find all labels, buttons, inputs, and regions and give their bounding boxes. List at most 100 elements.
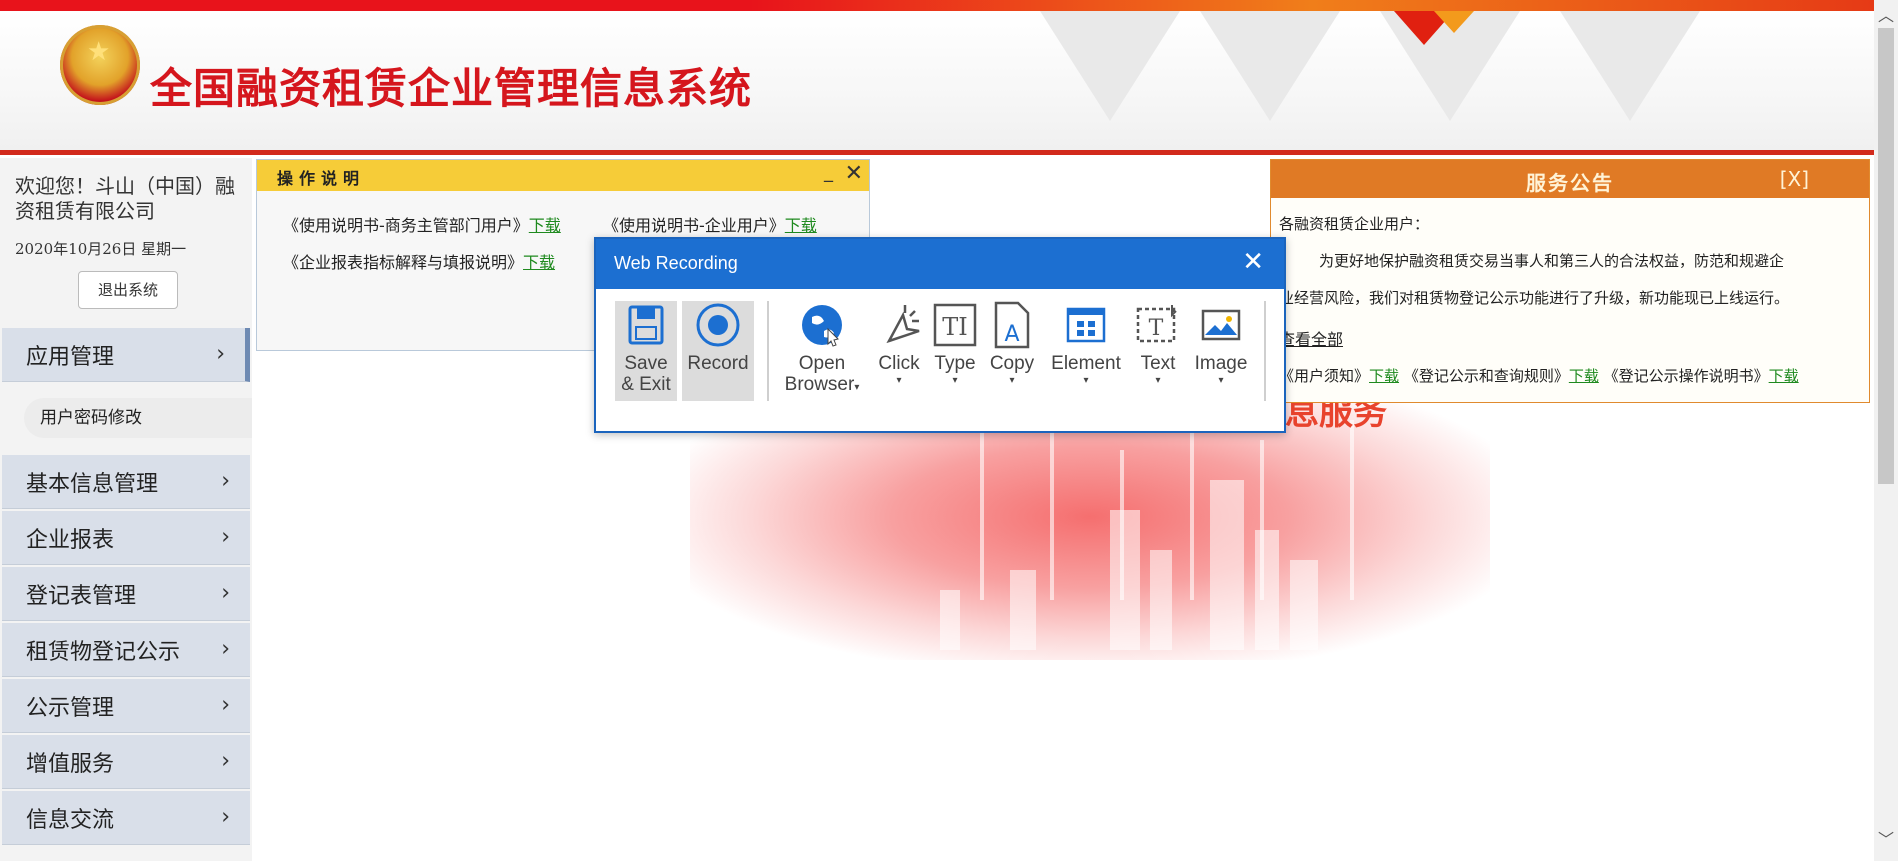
decor-arrow bbox=[1350, 420, 1354, 600]
download-link[interactable]: 下载 bbox=[523, 253, 555, 272]
manual-report-guide: 《企业报表指标解释与填报说明》下载 bbox=[283, 249, 555, 273]
minimize-icon[interactable]: _ bbox=[824, 162, 833, 183]
svg-text:TI: TI bbox=[942, 313, 968, 341]
record-label: Record bbox=[687, 353, 749, 374]
download-link[interactable]: 下载 bbox=[529, 216, 561, 235]
save-exit-button[interactable]: Save & Exit bbox=[615, 301, 677, 401]
sidebar-item-publicity-management[interactable]: 公示管理 › bbox=[2, 679, 250, 733]
cursor-click-icon bbox=[886, 305, 920, 344]
sidebar-item-lease-publicity[interactable]: 租赁物登记公示 › bbox=[2, 623, 250, 677]
chevron-up-icon[interactable]: ︿ bbox=[1878, 2, 1894, 26]
click-button[interactable]: Click ▾ bbox=[872, 301, 926, 401]
current-date: 2020年10月26日 星期一 bbox=[15, 240, 187, 258]
header-divider bbox=[0, 150, 1874, 155]
sidebar-item-label: 增值服务 bbox=[26, 751, 115, 777]
chevron-down-icon: ▾ bbox=[1155, 375, 1161, 386]
image-button[interactable]: Image ▾ bbox=[1188, 301, 1254, 401]
close-icon[interactable]: ✕ bbox=[845, 161, 863, 186]
save-icon bbox=[628, 305, 664, 345]
text-button[interactable]: T Text ▾ bbox=[1132, 301, 1184, 401]
web-recording-titlebar[interactable]: Web Recording ✕ bbox=[596, 239, 1284, 289]
decor-triangle bbox=[1560, 11, 1700, 121]
national-emblem-icon: ★ bbox=[60, 25, 140, 105]
decor-building bbox=[940, 590, 960, 650]
type-button[interactable]: TI Type ▾ bbox=[928, 301, 982, 401]
chevron-down-icon[interactable]: ﹀ bbox=[1878, 826, 1894, 850]
decor-arrow bbox=[1050, 410, 1054, 600]
sidebar-item-label: 应用管理 bbox=[26, 344, 115, 370]
element-label: Element bbox=[1051, 353, 1121, 374]
chevron-down-icon: ▾ bbox=[1009, 375, 1015, 386]
click-label: Click bbox=[878, 353, 920, 374]
svg-text:A: A bbox=[1004, 322, 1019, 347]
text-input-icon: TI bbox=[933, 303, 977, 347]
city-background-image bbox=[690, 400, 1490, 660]
download-link[interactable]: 下载 bbox=[785, 216, 817, 235]
sidebar-item-registration[interactable]: 登记表管理 › bbox=[2, 567, 250, 621]
web-recording-title: Web Recording bbox=[614, 253, 738, 273]
browser-label: Browser bbox=[784, 374, 855, 395]
exit-label: & Exit bbox=[621, 374, 671, 395]
sidebar-item-communication[interactable]: 信息交流 › bbox=[2, 791, 250, 845]
decor-diamond-orange bbox=[1434, 11, 1474, 33]
download-link[interactable]: 下载 bbox=[1569, 367, 1599, 385]
vertical-scrollbar[interactable]: ︿ ﹀ bbox=[1874, 0, 1898, 861]
logout-button[interactable]: 退出系统 bbox=[78, 271, 178, 309]
chevron-down-icon: ▾ bbox=[952, 375, 958, 386]
sidebar-item-label: 企业报表 bbox=[26, 527, 115, 553]
image-icon bbox=[1201, 309, 1241, 341]
scrollbar-thumb[interactable] bbox=[1878, 28, 1894, 484]
type-label: Type bbox=[934, 353, 976, 374]
announcement-panel: 服务公告 [X] 各融资租赁企业用户： 为更好地保护融资租赁交易当事人和第三人的… bbox=[1270, 159, 1870, 403]
download-link[interactable]: 下载 bbox=[1769, 367, 1799, 385]
record-button[interactable]: Record bbox=[682, 301, 754, 401]
sidebar-item-app-management[interactable]: 应用管理 › bbox=[2, 328, 250, 382]
doc-title: 《登记公示操作说明书》 bbox=[1603, 367, 1769, 385]
manual-enterprise-users: 《使用说明书-企业用户》下载 bbox=[603, 212, 817, 236]
copy-label: Copy bbox=[989, 353, 1035, 374]
chevron-down-icon: ▾ bbox=[1218, 375, 1224, 386]
image-label: Image bbox=[1194, 353, 1248, 374]
copy-button[interactable]: A Copy ▾ bbox=[986, 301, 1038, 401]
download-link[interactable]: 下载 bbox=[1369, 367, 1399, 385]
sidebar-subitem-password[interactable]: 用户密码修改 bbox=[24, 398, 252, 438]
chevron-down-icon: ▾ bbox=[896, 375, 902, 386]
sidebar-item-label: 登记表管理 bbox=[26, 583, 137, 609]
chevron-right-icon: › bbox=[221, 579, 230, 605]
text-label: Text bbox=[1140, 353, 1176, 374]
chevron-right-icon: › bbox=[216, 340, 225, 366]
decor-building bbox=[1010, 570, 1036, 650]
chevron-down-icon: ▾ bbox=[854, 382, 860, 393]
view-all-link[interactable]: 查看全部 bbox=[1279, 326, 1343, 350]
manual-gov-users: 《使用说明书-商务主管部门用户》下载 bbox=[283, 212, 561, 236]
sidebar-item-reports[interactable]: 企业报表 › bbox=[2, 511, 250, 565]
chevron-right-icon: › bbox=[221, 523, 230, 549]
close-icon[interactable]: ✕ bbox=[1242, 247, 1264, 277]
chevron-right-icon: › bbox=[221, 467, 230, 493]
chevron-right-icon: › bbox=[221, 747, 230, 773]
chevron-right-icon: › bbox=[221, 691, 230, 717]
copy-text-icon: A bbox=[994, 301, 1030, 349]
sidebar-item-label: 信息交流 bbox=[26, 807, 115, 833]
sidebar-item-value-added[interactable]: 增值服务 › bbox=[2, 735, 250, 789]
doc-title: 《登记公示和查询规则》 bbox=[1403, 367, 1569, 385]
decor-triangle bbox=[1200, 11, 1340, 121]
svg-text:T: T bbox=[1149, 316, 1164, 341]
site-title: 全国融资租赁企业管理信息系统 bbox=[150, 64, 753, 113]
top-color-bar bbox=[0, 0, 1874, 11]
record-icon bbox=[696, 303, 740, 347]
chevron-right-icon: › bbox=[221, 803, 230, 829]
toolbar-separator bbox=[1264, 301, 1266, 401]
manual-title: 《使用说明书-商务主管部门用户》 bbox=[283, 216, 529, 235]
element-button[interactable]: Element ▾ bbox=[1046, 301, 1126, 401]
sidebar-item-basic-info[interactable]: 基本信息管理 › bbox=[2, 455, 250, 509]
instructions-title: 操作说明 bbox=[277, 169, 366, 188]
text-extract-icon: T bbox=[1136, 305, 1177, 343]
decor-building bbox=[1255, 530, 1279, 650]
welcome-text: 欢迎您！斗山（中国）融资租赁有限公司 bbox=[15, 174, 235, 223]
decor-triangle bbox=[1040, 11, 1180, 121]
decor-building bbox=[1290, 560, 1318, 650]
open-browser-button[interactable]: Open Browser▾ bbox=[780, 301, 864, 401]
open-label: Open bbox=[798, 353, 846, 374]
announcement-close-button[interactable]: [X] bbox=[1780, 167, 1809, 191]
